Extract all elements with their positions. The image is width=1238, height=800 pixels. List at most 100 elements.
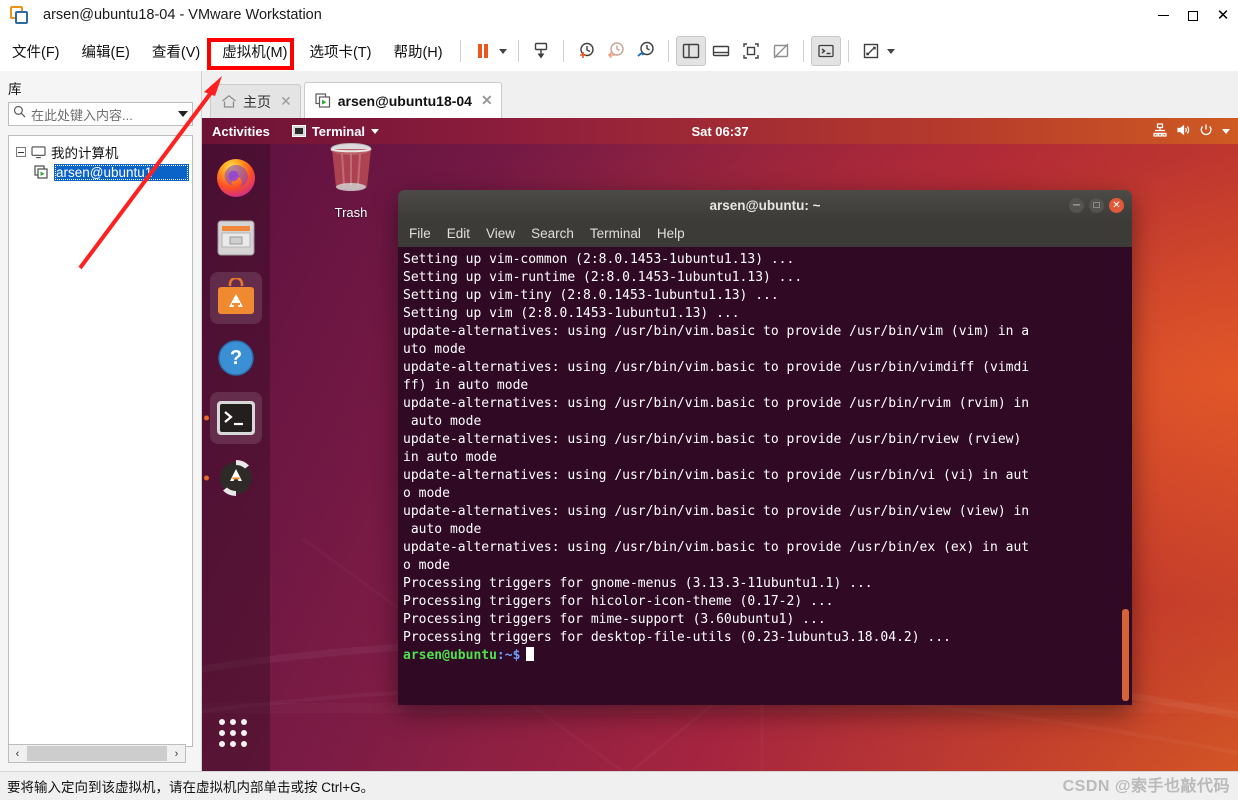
computer-icon [31, 145, 46, 159]
dock-item-terminal[interactable] [204, 392, 262, 444]
terminal-maximize-button[interactable]: □ [1089, 197, 1104, 213]
ubuntu-software-icon [218, 278, 254, 314]
vm-running-icon [315, 93, 332, 108]
dock-item-firefox[interactable] [210, 152, 262, 204]
system-status-area[interactable] [1153, 122, 1230, 140]
terminal-line: Processing triggers for mime-support (3.… [403, 612, 826, 627]
terminal-line: Processing triggers for hicolor-icon-the… [403, 594, 834, 609]
take-snapshot-icon[interactable] [571, 36, 601, 66]
terminal-minimize-button[interactable]: ─ [1069, 197, 1084, 213]
terminal-line: update-alternatives: using /usr/bin/vim.… [403, 396, 1030, 411]
close-button[interactable]: ✕ [1208, 0, 1238, 31]
stretch-guest-icon[interactable] [856, 36, 886, 66]
menu-tabs[interactable]: 选项卡(T) [299, 37, 381, 66]
suspend-dropdown-caret[interactable] [498, 48, 507, 54]
terminal-line: o mode [403, 486, 450, 501]
tab-vm-arsen-ubuntu18-04[interactable]: arsen@ubuntu18-04 ✕ [303, 82, 502, 118]
terminal-title-bar: arsen@ubuntu: ~ ─ □ ✕ [398, 190, 1132, 220]
terminal-output[interactable]: Setting up vim-common (2:8.0.1453-1ubunt… [398, 247, 1132, 705]
terminal-menu-help[interactable]: Help [657, 226, 685, 241]
tab-close-icon[interactable]: ✕ [280, 93, 292, 110]
terminal-line: auto mode [403, 414, 482, 429]
scrollbar-thumb[interactable] [27, 746, 167, 761]
revert-snapshot-icon[interactable] [601, 36, 631, 66]
dock-item-software-updater[interactable] [204, 452, 262, 504]
stretch-dropdown-caret[interactable] [886, 48, 895, 54]
search-placeholder-text: 在此处键入内容... [31, 107, 133, 123]
show-thumbnail-bar-icon[interactable] [706, 36, 736, 66]
library-tree: 我的计算机 arsen@ubuntu1 [8, 135, 193, 747]
volume-icon [1176, 123, 1190, 140]
software-updater-icon [220, 459, 252, 497]
vmware-workstation-window: arsen@ubuntu18-04 - VMware Workstation ✕… [0, 0, 1238, 800]
menu-virtual-machine[interactable]: 虚拟机(M) [212, 37, 297, 66]
terminal-menu-edit[interactable]: Edit [447, 226, 470, 241]
chevron-down-icon[interactable] [178, 111, 188, 117]
tree-item-my-computer[interactable]: 我的计算机 [12, 142, 189, 162]
menu-file[interactable]: 文件(F) [2, 37, 70, 66]
console-view-icon[interactable] [810, 36, 841, 66]
snapshot-manager-icon[interactable] [631, 36, 661, 66]
gnome-terminal-window[interactable]: arsen@ubuntu: ~ ─ □ ✕ File Edit View Sea… [398, 190, 1132, 705]
chevron-down-icon[interactable] [371, 128, 380, 134]
tree-item-label: 我的计算机 [51, 146, 119, 161]
terminal-menu-file[interactable]: File [409, 226, 431, 241]
tree-item-vm[interactable]: arsen@ubuntu1 [12, 162, 189, 182]
terminal-line: update-alternatives: using /usr/bin/vim.… [403, 504, 1030, 519]
search-icon [13, 105, 26, 123]
terminal-line: uto mode [403, 342, 466, 357]
library-horizontal-scrollbar[interactable]: ‹ › [8, 744, 186, 763]
scroll-left-arrow-icon[interactable]: ‹ [9, 748, 26, 760]
trash-icon [330, 143, 372, 191]
toolbar-separator [562, 40, 564, 62]
scroll-right-arrow-icon[interactable]: › [168, 748, 185, 760]
menu-help[interactable]: 帮助(H) [383, 37, 452, 66]
tab-home[interactable]: 主页 ✕ [210, 84, 301, 118]
search-input[interactable]: 在此处键入内容... [8, 102, 193, 126]
chevron-down-icon[interactable] [1222, 128, 1230, 134]
help-icon: ? [218, 340, 254, 376]
terminal-line: update-alternatives: using /usr/bin/vim.… [403, 540, 1030, 555]
unity-mode-icon[interactable] [766, 36, 796, 66]
terminal-menu-view[interactable]: View [486, 226, 515, 241]
tab-close-icon[interactable]: ✕ [481, 92, 493, 109]
menu-bar: 文件(F) 编辑(E) 查看(V) 虚拟机(M) 选项卡(T) 帮助(H) [0, 31, 1238, 71]
show-applications-button[interactable] [219, 719, 253, 747]
terminal-icon [217, 401, 255, 435]
power-icon [1199, 123, 1213, 140]
vmware-logo-icon [10, 5, 29, 25]
dock-item-help[interactable]: ? [210, 332, 262, 384]
terminal-close-button[interactable]: ✕ [1109, 197, 1124, 213]
terminal-menu-terminal[interactable]: Terminal [590, 226, 641, 241]
terminal-icon [291, 125, 306, 137]
desktop-icon-trash[interactable]: Trash [312, 140, 390, 220]
clock[interactable]: Sat 06:37 [691, 124, 748, 139]
terminal-line: update-alternatives: using /usr/bin/vim.… [403, 324, 1030, 339]
send-ctrl-alt-del-icon[interactable] [526, 36, 556, 66]
collapse-icon[interactable] [16, 147, 26, 157]
current-app-menu[interactable]: Terminal [291, 123, 380, 139]
menu-edit[interactable]: 编辑(E) [72, 37, 140, 66]
suspend-icon[interactable] [468, 36, 498, 66]
vm-console-viewport[interactable]: Activities Terminal Sat 06:37 ? Trash ar… [202, 118, 1238, 771]
toolbar-separator [459, 40, 461, 62]
dock-item-files[interactable] [210, 212, 262, 264]
terminal-line: auto mode [403, 522, 482, 537]
watermark: CSDN @索手也敲代码 [1062, 778, 1230, 795]
terminal-scrollbar-thumb[interactable] [1122, 609, 1129, 701]
toolbar-separator [847, 40, 849, 62]
minimize-button[interactable] [1148, 0, 1178, 31]
show-library-icon[interactable] [675, 36, 706, 66]
toolbar-separator [517, 40, 519, 62]
terminal-line: o mode [403, 558, 450, 573]
toolbar-separator [667, 40, 669, 62]
terminal-menu-search[interactable]: Search [531, 226, 574, 241]
current-app-label: Terminal [311, 123, 366, 139]
files-icon [217, 220, 255, 256]
activities-button[interactable]: Activities [212, 124, 270, 139]
terminal-line: update-alternatives: using /usr/bin/vim.… [403, 468, 1030, 483]
dock-item-ubuntu-software[interactable] [210, 272, 262, 324]
menu-view[interactable]: 查看(V) [142, 37, 210, 66]
fullscreen-box-icon[interactable] [736, 36, 766, 66]
maximize-button[interactable] [1178, 0, 1208, 31]
